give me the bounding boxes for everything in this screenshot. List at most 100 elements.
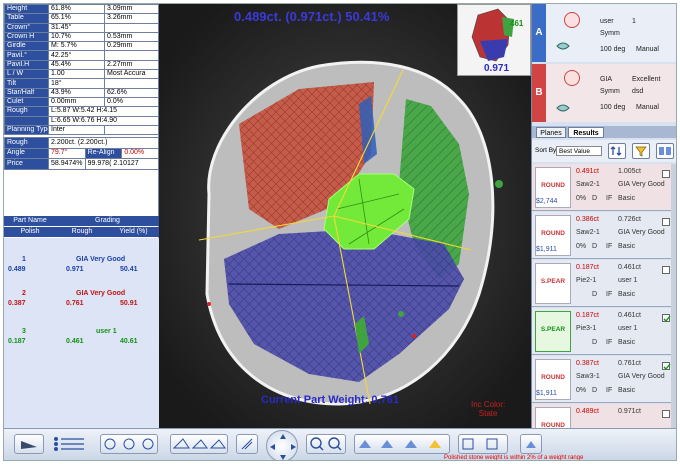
rotate-control[interactable] [266,430,298,460]
facet-view-group[interactable] [100,434,158,454]
result-item[interactable]: S.PEAR 0.187ct 0.461ct Pie3-1 user 1 D IF Basic [532,308,672,355]
polish-header: Polish [20,228,40,235]
result-type: Basic [618,387,636,394]
sort-row: Sort By: Best Value [532,140,676,162]
measure-value: Inter [48,124,105,136]
card-a-grade-value: 1 [632,18,636,25]
results-scrollbar[interactable] [671,164,676,428]
result-name: Saw2-1 [576,181,600,188]
price-v1: 58.9474% [48,158,86,170]
shape-thumbnail: S.PEAR [535,311,571,352]
result-grade: user 1 [618,277,638,284]
result-rough: 0.461ct [618,312,641,319]
slice-icon [241,438,253,450]
plan-number: 1 [22,256,26,263]
measure-value-2 [104,50,159,61]
measure-value: 10.7% [48,31,105,43]
result-checkbox[interactable] [662,266,670,274]
result-grade: GIA Very Good [618,373,665,380]
measure-value: L:6.65 W:6.76 H:4.90 [48,115,159,126]
result-rough: 0.461ct [618,264,641,271]
plan-card-b[interactable]: B GIA Excellent Symm dsd 100 deg Manual [532,64,676,122]
measure-row: Crown H 10.7% 0.53mm [4,31,159,43]
measure-label: Table [4,13,49,24]
result-item[interactable]: ROUND 0.491ct 1.005ct Saw2-1 GIA Very Good $2… [532,164,672,211]
result-checkbox[interactable] [662,314,671,323]
measure-label: Crown H [4,31,49,43]
result-checkbox[interactable] [662,170,670,178]
card-a-angle: 100 deg [600,46,626,53]
filter-button[interactable] [632,143,650,159]
sort-label: Sort By: [535,147,559,154]
stone-3d-view[interactable]: 0.489ct. (0.971ct.) 50.41% Current Part … [159,4,531,428]
render-mode-group[interactable] [354,434,450,454]
measure-value: 45.4% [48,59,105,71]
measure-value: 42.25° [48,50,105,61]
measure-value-2: 0.0% [104,96,159,108]
view-title: 0.489ct. (0.971ct.) 50.41% [234,9,390,24]
result-checkbox[interactable] [662,218,670,226]
measurements-table: Height 61.8% 3.09mm Table 65.1% 3.26mm Crown° 3… [4,4,159,136]
layer-list-button[interactable] [50,434,90,454]
export-icon [526,441,536,448]
eye-icon[interactable] [556,42,570,50]
zoom-group[interactable] [306,434,346,454]
measure-row: L / W 1.00 Most Accura [4,69,159,80]
grading-header-label: Grading [95,217,120,224]
result-rough: 0.726ct [618,216,641,223]
result-checkbox[interactable] [662,410,670,418]
filter-icon [635,146,647,157]
result-item[interactable]: ROUND 0.386ct 0.726ct Saw2-1 GIA Very Good $1… [532,212,672,259]
shape-view-group[interactable] [170,434,228,454]
view-mode-button[interactable] [14,434,44,454]
result-name: Pie3-1 [576,325,597,332]
eye-icon[interactable] [556,104,570,112]
sort-order-button[interactable] [608,143,626,159]
measure-row: Table 65.1% 3.26mm [4,13,159,24]
round-shape-icon [564,70,580,86]
plan-yield: 50.91 [120,300,138,307]
tools-group[interactable] [458,434,508,454]
results-list: ROUND 0.491ct 1.005ct Saw2-1 GIA Very Good $2… [532,164,676,428]
stone-thumbnail[interactable]: 461 0.971 [457,4,531,76]
measure-label [4,115,49,126]
result-grade: user 1 [618,325,638,332]
shape-thumbnail: ROUND [535,407,571,428]
sort-select[interactable]: Best Value [556,146,602,156]
result-type: Basic [618,291,636,298]
plan-grade: user 1 [96,328,117,335]
tab-planes[interactable]: Planes [536,127,566,138]
export-button[interactable] [520,434,542,454]
yield-header: Yield (%) [119,228,148,235]
measure-label: Pavil.° [4,50,49,61]
tab-results[interactable]: Results [568,127,604,138]
measure-row: Star/Half 43.9% 62.6% [4,87,159,98]
result-price: $1,911 [536,246,557,253]
measure-value-2 [104,78,159,89]
app-window: Height 61.8% 3.09mm Table 65.1% 3.26mm Crown° 3… [3,3,677,461]
shape-thumbnail: S.PEAR [535,263,571,304]
result-type: Basic [618,243,636,250]
result-item[interactable]: S.PEAR 0.187ct 0.461ct Pie2-1 user 1 D IF Basic [532,260,672,307]
part-name-header: Part Name [13,217,47,224]
grading-header: Part Name Grading Polish Rough Yield (%) [4,216,159,237]
shape-label: ROUND [541,374,565,381]
layers-icon [54,437,84,451]
angle-label: Angle [4,147,49,160]
result-checkbox[interactable] [662,362,671,371]
compare-icon [659,147,671,155]
result-item[interactable]: ROUND 0.387ct 0.761ct Saw3-1 GIA Very Good $1… [532,356,672,403]
plan-card-a[interactable]: A user 1 Symm 100 deg Manual [532,4,676,62]
render-modes-icon [359,440,441,448]
plan-list: 1 GIA Very Good 0.489 0.971 50.41 2 GIA … [4,238,159,428]
result-name: Pie2-1 [576,277,597,284]
thumbnail-label-bottom: 0.971 [484,63,510,74]
result-item[interactable]: ROUND 0.489ct 0.971ct [532,404,672,428]
compare-button[interactable] [656,143,674,159]
measure-label: Culet [4,96,49,108]
result-color-pct: 0% [576,195,587,202]
measure-row: Pavil.° 42.25° [4,50,159,61]
measure-value: L:5.87 W:5.42 H:4.15 [48,106,159,117]
slice-button[interactable] [236,434,258,454]
card-badge-a: A [532,4,546,62]
